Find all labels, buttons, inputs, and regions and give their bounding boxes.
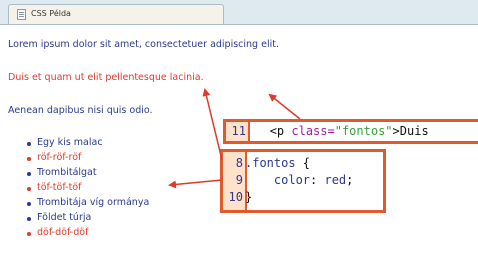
arrow-to-paragraph (268, 93, 301, 120)
arrow-to-paragraph (202, 88, 223, 161)
arrow-to-list (168, 179, 223, 189)
annotation-arrows (168, 88, 301, 189)
